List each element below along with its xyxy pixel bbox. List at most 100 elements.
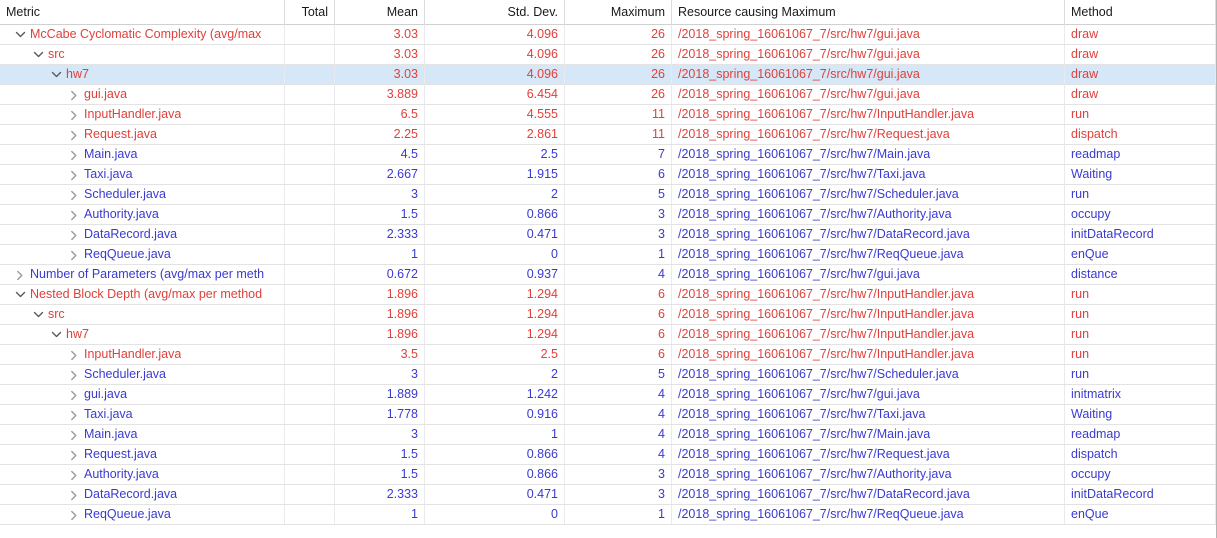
table-row[interactable]: Scheduler.java 3 2 5/2018_spring_16061067_7… [0,185,1216,205]
table-row[interactable]: ReqQueue.java 1 0 1/2018_spring_16061067_7/… [0,245,1216,265]
table-row[interactable]: hw7 3.03 4.096 26/2018_spring_16061067_7/sr… [0,65,1216,85]
column-header-metric[interactable]: Metric [0,0,285,25]
cell-metric[interactable]: Main.java [0,145,285,164]
cell-metric[interactable]: ReqQueue.java [0,245,285,264]
cell-metric[interactable]: Authority.java [0,465,285,484]
table-row[interactable]: gui.java 1.889 1.242 4/2018_spring_16061067… [0,385,1216,405]
chevron-right-icon[interactable] [68,125,81,144]
cell-metric[interactable]: Scheduler.java [0,185,285,204]
chevron-right-icon[interactable] [68,465,81,484]
cell-metric[interactable]: InputHandler.java [0,105,285,124]
cell-metric[interactable]: Request.java [0,125,285,144]
chevron-right-icon[interactable] [68,345,81,364]
cell-metric[interactable]: Authority.java [0,205,285,224]
cell-std-dev: 1.294 [425,305,565,324]
table-row[interactable]: Authority.java 1.5 0.866 3/2018_spring_1606… [0,465,1216,485]
cell-metric[interactable]: gui.java [0,85,285,104]
cell-total [285,505,335,524]
table-row[interactable]: Taxi.java 1.778 0.916 4/2018_spring_1606106… [0,405,1216,425]
tree-item-label: InputHandler.java [84,107,182,121]
cell-metric[interactable]: Taxi.java [0,405,285,424]
cell-mean: 0.672 [335,265,425,284]
cell-metric[interactable]: Number of Parameters (avg/max per meth [0,265,285,284]
table-row[interactable]: DataRecord.java 2.333 0.471 3/2018_spring_1… [0,485,1216,505]
chevron-right-icon[interactable] [68,145,81,164]
cell-metric[interactable]: Taxi.java [0,165,285,184]
cell-maximum: 4 [565,265,672,284]
cell-std-dev: 1.242 [425,385,565,404]
table-row[interactable]: Request.java 1.5 0.866 4/2018_spring_160610… [0,445,1216,465]
cell-metric[interactable]: DataRecord.java [0,225,285,244]
cell-metric[interactable]: Scheduler.java [0,365,285,384]
column-header-resource-causing-maximum[interactable]: Resource causing Maximum [672,0,1065,25]
chevron-right-icon[interactable] [68,385,81,404]
table-row[interactable]: Main.java 3 1 4/2018_spring_16061067_7/src/… [0,425,1216,445]
table-row[interactable]: hw7 1.896 1.294 6/2018_spring_16061067_7/sr… [0,325,1216,345]
cell-metric[interactable]: Main.java [0,425,285,444]
table-row[interactable]: InputHandler.java 6.5 4.555 11/2018_spring_… [0,105,1216,125]
chevron-down-icon[interactable] [14,25,27,44]
cell-metric[interactable]: ReqQueue.java [0,505,285,524]
table-row[interactable]: InputHandler.java 3.5 2.5 6/2018_spring_160… [0,345,1216,365]
cell-metric[interactable]: src [0,45,285,64]
table-header-row: Metric Total Mean Std. Dev. Maximum Reso… [0,0,1216,25]
cell-resource-path: /2018_spring_16061067_7/src/hw7/InputHan… [672,325,1065,344]
table-row[interactable]: gui.java 3.889 6.454 26/2018_spring_1606106… [0,85,1216,105]
cell-resource-path: /2018_spring_16061067_7/src/hw7/gui.java [672,65,1065,84]
cell-metric[interactable]: DataRecord.java [0,485,285,504]
tree-item-label: Taxi.java [84,407,133,421]
table-row[interactable]: Request.java 2.25 2.861 11/2018_spring_1606… [0,125,1216,145]
table-row[interactable]: Taxi.java 2.667 1.915 6/2018_spring_1606106… [0,165,1216,185]
cell-method: dispatch [1065,445,1216,464]
table-row[interactable]: Main.java 4.5 2.5 7/2018_spring_16061067_7/… [0,145,1216,165]
chevron-right-icon[interactable] [68,185,81,204]
chevron-right-icon[interactable] [68,225,81,244]
tree-item-label: Number of Parameters (avg/max per meth [30,267,265,281]
chevron-right-icon[interactable] [68,105,81,124]
cell-metric[interactable]: hw7 [0,65,285,84]
chevron-down-icon[interactable] [50,325,63,344]
chevron-right-icon[interactable] [68,165,81,184]
chevron-down-icon[interactable] [32,45,45,64]
chevron-right-icon[interactable] [68,245,81,264]
column-header-maximum[interactable]: Maximum [565,0,672,25]
cell-metric[interactable]: src [0,305,285,324]
cell-metric[interactable]: McCabe Cyclomatic Complexity (avg/max [0,25,285,44]
chevron-right-icon[interactable] [68,405,81,424]
table-row[interactable]: Authority.java 1.5 0.866 3/2018_spring_1606… [0,205,1216,225]
cell-metric[interactable]: gui.java [0,385,285,404]
table-row[interactable]: ReqQueue.java 1 0 1/2018_spring_16061067_7/… [0,505,1216,525]
chevron-right-icon[interactable] [14,265,27,284]
table-row[interactable]: Nested Block Depth (avg/max per method 1.… [0,285,1216,305]
cell-resource-path: /2018_spring_16061067_7/src/hw7/InputHan… [672,305,1065,324]
chevron-right-icon[interactable] [68,365,81,384]
table-row[interactable]: src 3.03 4.096 26/2018_spring_16061067_7/sr… [0,45,1216,65]
column-header-total[interactable]: Total [285,0,335,25]
chevron-right-icon[interactable] [68,85,81,104]
chevron-down-icon[interactable] [14,285,27,304]
table-row[interactable]: DataRecord.java 2.333 0.471 3/2018_spring_1… [0,225,1216,245]
chevron-right-icon[interactable] [68,485,81,504]
chevron-down-icon[interactable] [32,305,45,324]
chevron-right-icon[interactable] [68,205,81,224]
cell-mean: 1.5 [335,445,425,464]
chevron-right-icon[interactable] [68,425,81,444]
cell-method: run [1065,305,1216,324]
table-row[interactable]: src 1.896 1.294 6/2018_spring_16061067_7/sr… [0,305,1216,325]
cell-metric[interactable]: hw7 [0,325,285,344]
table-row[interactable]: McCabe Cyclomatic Complexity (avg/max 3.0… [0,25,1216,45]
cell-std-dev: 0 [425,505,565,524]
table-row[interactable]: Scheduler.java 3 2 5/2018_spring_16061067_7… [0,365,1216,385]
chevron-right-icon[interactable] [68,445,81,464]
chevron-down-icon[interactable] [50,65,63,84]
column-header-mean[interactable]: Mean [335,0,425,25]
cell-resource-path: /2018_spring_16061067_7/src/hw7/Schedule… [672,185,1065,204]
metrics-tree-table[interactable]: Metric Total Mean Std. Dev. Maximum Reso… [0,0,1217,538]
column-header-std-dev[interactable]: Std. Dev. [425,0,565,25]
chevron-right-icon[interactable] [68,505,81,524]
cell-metric[interactable]: Nested Block Depth (avg/max per method [0,285,285,304]
table-row[interactable]: Number of Parameters (avg/max per meth 0.… [0,265,1216,285]
column-header-method[interactable]: Method [1065,0,1216,25]
cell-metric[interactable]: Request.java [0,445,285,464]
cell-metric[interactable]: InputHandler.java [0,345,285,364]
